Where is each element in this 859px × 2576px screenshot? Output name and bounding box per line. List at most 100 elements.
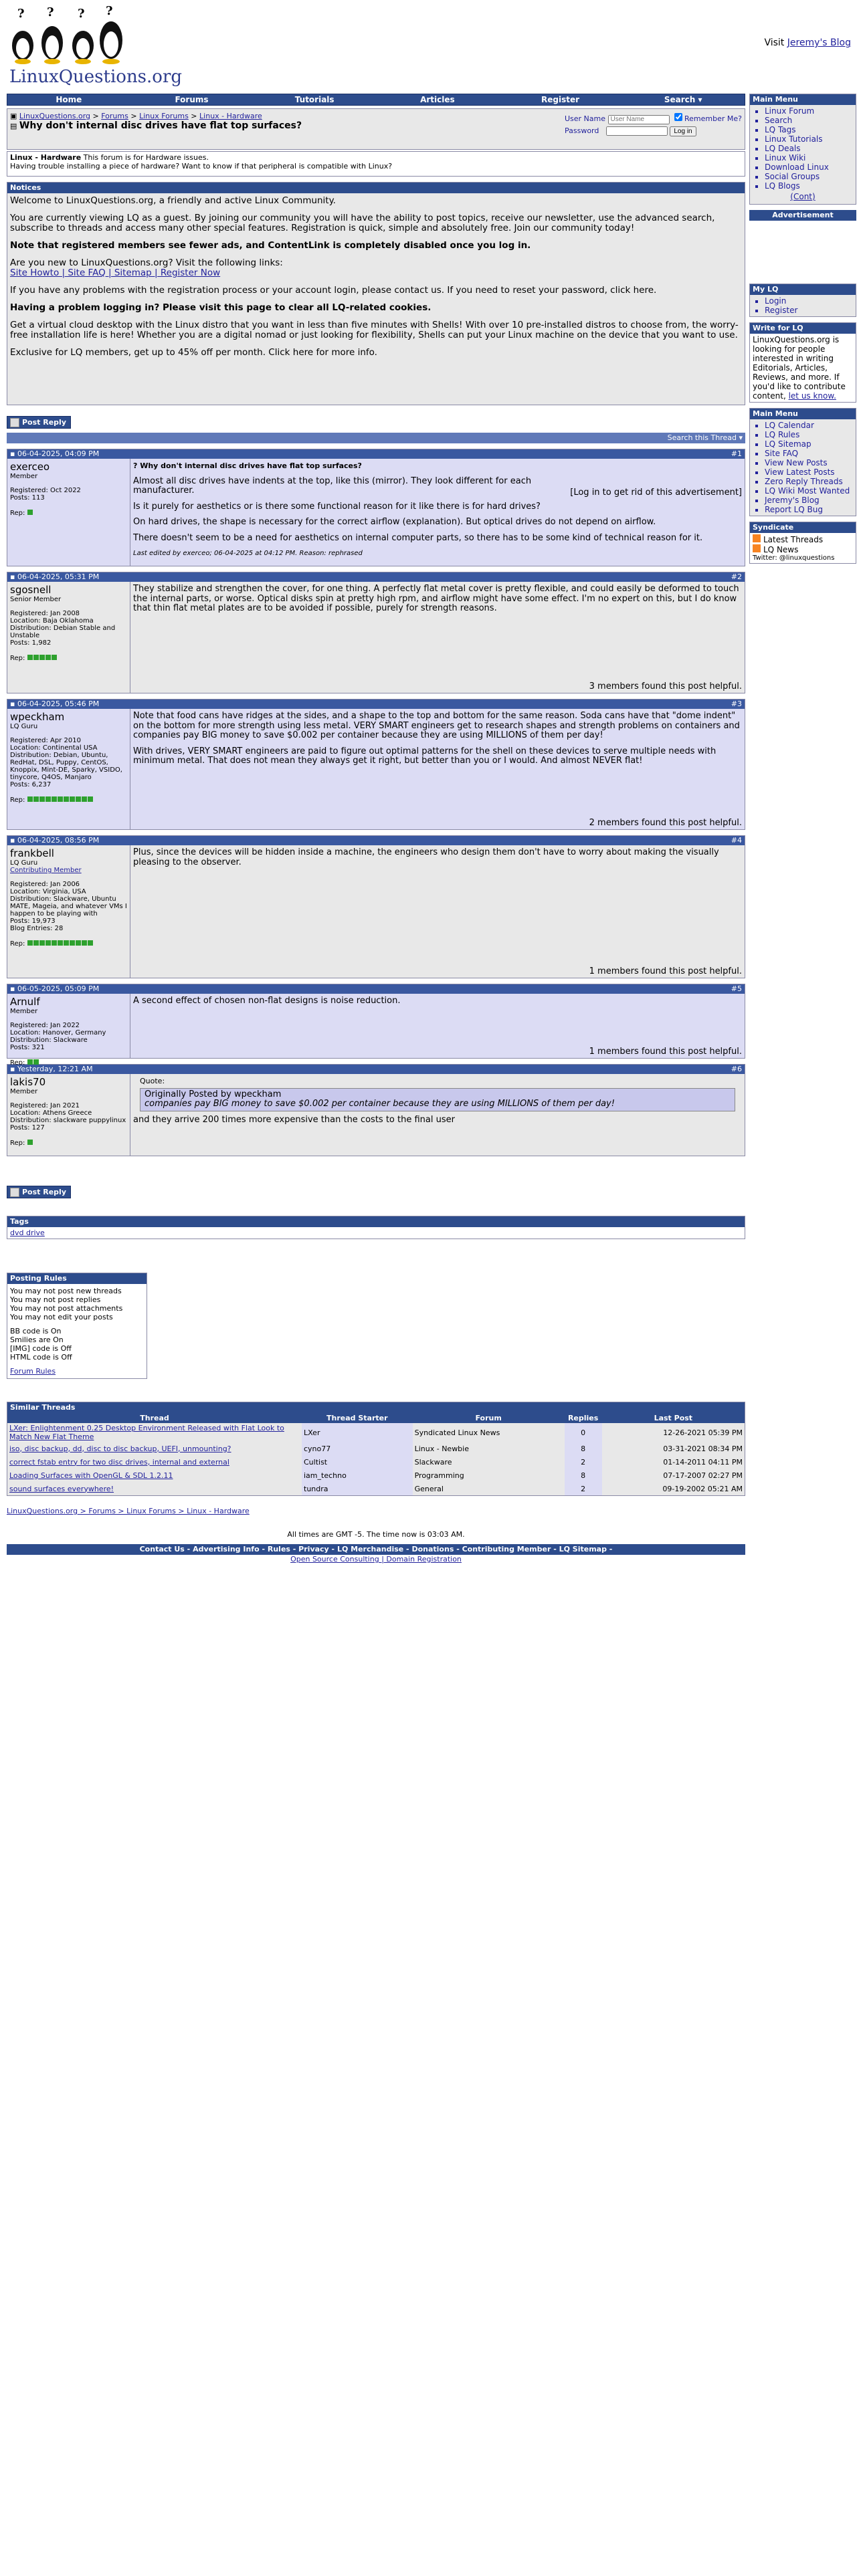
rep-icon	[63, 796, 69, 802]
main-menu-cont[interactable]: (Cont)	[750, 192, 856, 204]
notice-new-links[interactable]: Site Howto | Site FAQ | Sitemap | Regist…	[10, 268, 742, 278]
post-list: ▪ 06-04-2025, 04:09 PM #1 exerceo Member Reg…	[7, 449, 745, 1156]
user-info: Location: Athens Greece	[10, 1109, 92, 1117]
my-lq-item-0[interactable]: Login	[765, 296, 856, 306]
rep-icon	[45, 940, 51, 946]
post-number[interactable]: #4	[731, 836, 742, 845]
user-role: Senior Member	[10, 596, 62, 603]
bottom-breadcrumb[interactable]: LinuxQuestions.org > Forums > Linux Foru…	[7, 1507, 745, 1515]
password-input[interactable]	[605, 126, 668, 136]
user-role-2[interactable]: Contributing Member	[10, 867, 127, 874]
tux-logo-icon: ????	[12, 4, 122, 64]
main-menu-2-item-8[interactable]: Jeremy's Blog	[765, 496, 856, 505]
similar-threads-table: Thread Thread Starter Forum Replies Last…	[7, 1413, 745, 1495]
tag-link[interactable]: dvd drive	[10, 1228, 45, 1237]
crumb-lq[interactable]: LinuxQuestions.org	[19, 112, 90, 120]
crumb-linux-hardware[interactable]: Linux - Hardware	[199, 112, 262, 120]
main-menu-item-3[interactable]: Linux Tutorials	[765, 134, 856, 144]
nav-articles[interactable]: Articles	[376, 94, 499, 105]
remember-me-checkbox[interactable]	[674, 113, 683, 121]
main-menu-item-0[interactable]: Linux Forum	[765, 106, 856, 116]
forum-rules-link[interactable]: Forum Rules	[10, 1367, 144, 1376]
main-menu-item-2[interactable]: LQ Tags	[765, 125, 856, 134]
username[interactable]: wpeckham	[10, 712, 127, 723]
username[interactable]: Arnulf	[10, 996, 127, 1008]
username[interactable]: sgosnell	[10, 584, 127, 596]
main-menu-2-item-2[interactable]: LQ Sitemap	[765, 439, 856, 449]
nav-home[interactable]: Home	[7, 94, 130, 105]
username[interactable]: frankbell	[10, 848, 127, 859]
notice-problems: If you have any problems with the regist…	[10, 285, 657, 296]
jeremys-blog-link[interactable]: Jeremy's Blog	[787, 37, 851, 48]
helpful-count: 1 members found this post helpful.	[589, 1046, 742, 1057]
nav-tutorials[interactable]: Tutorials	[253, 94, 376, 105]
table-cell[interactable]: correct fstab entry for two disc drives,…	[7, 1455, 302, 1469]
main-menu-2-item-4[interactable]: View New Posts	[765, 458, 856, 467]
reputation: Rep:	[10, 796, 127, 804]
twitter-handle[interactable]: Twitter: @linuxquestions	[753, 554, 853, 562]
post-paragraph: With drives, VERY SMART engineers are pa…	[133, 746, 717, 766]
main-menu-2-item-9[interactable]: Report LQ Bug	[765, 505, 856, 514]
table-cell[interactable]: sound surfaces everywhere!	[7, 1482, 302, 1495]
table-cell[interactable]: iso, disc backup, dd, disc to disc backu…	[7, 1442, 302, 1455]
my-lq-title: My LQ	[750, 284, 856, 295]
post: ▪ 06-05-2025, 05:09 PM #5 Arnulf Member Regi…	[7, 984, 745, 1067]
post-row: exerceo Member Registered: Oct 2022 Posts: …	[7, 459, 745, 566]
main-menu-item-5[interactable]: Linux Wiki	[765, 153, 856, 163]
logo-text: LinuxQuestions.org	[9, 67, 183, 87]
lq-news-feed[interactable]: LQ News	[763, 545, 798, 554]
main-menu-item-4[interactable]: LQ Deals	[765, 144, 856, 153]
table-cell: 2	[564, 1482, 602, 1495]
crumb-linux-forums[interactable]: Linux Forums	[139, 112, 189, 120]
main-menu-2-item-1[interactable]: LQ Rules	[765, 430, 856, 439]
post-reply-button[interactable]: Post Reply	[7, 416, 71, 429]
post-reply-button-bottom[interactable]: Post Reply	[7, 1186, 71, 1198]
nav-forums[interactable]: Forums	[130, 94, 254, 105]
write-for-lq-title: Write for LQ	[750, 323, 856, 334]
post-number[interactable]: #6	[731, 1065, 742, 1074]
rep-icon	[81, 940, 87, 946]
main-menu-2-item-7[interactable]: LQ Wiki Most Wanted	[765, 486, 856, 496]
main-menu-item-6[interactable]: Download Linux	[765, 163, 856, 172]
rep-icon	[69, 940, 75, 946]
latest-threads-feed[interactable]: Latest Threads	[763, 535, 823, 544]
nav-register[interactable]: Register	[499, 94, 622, 105]
let-us-know-link[interactable]: let us know.	[789, 391, 836, 401]
main-menu-item-8[interactable]: LQ Blogs	[765, 181, 856, 191]
login-button[interactable]: Log in	[670, 126, 696, 136]
rep-icon	[27, 655, 33, 660]
quote-text: companies pay BIG money to save $0.002 p…	[145, 1099, 615, 1109]
post-number[interactable]: #2	[731, 572, 742, 582]
table-cell[interactable]: Loading Surfaces with OpenGL & SDL 1.2.1…	[7, 1469, 302, 1482]
search-thread-menu[interactable]: Search this Thread ▾	[668, 433, 743, 443]
rep-label: Rep:	[10, 655, 27, 662]
main-menu-2-box: Main Menu LQ CalendarLQ RulesLQ SitemapS…	[749, 408, 856, 516]
my-lq-item-1[interactable]: Register	[765, 306, 856, 315]
post-number[interactable]: #3	[731, 700, 742, 709]
crumb-forums[interactable]: Forums	[101, 112, 128, 120]
main-menu-2-item-6[interactable]: Zero Reply Threads	[765, 477, 856, 486]
post-number[interactable]: #5	[731, 984, 742, 994]
nav-search[interactable]: Search ▾	[622, 94, 745, 105]
main-menu-2-item-5[interactable]: View Latest Posts	[765, 467, 856, 477]
main-menu-2-item-0[interactable]: LQ Calendar	[765, 421, 856, 430]
post-message: Note that food cans have ridges at the s…	[130, 709, 745, 829]
ad-login-link[interactable]: [Log in to get rid of this advertisement…	[570, 488, 742, 498]
main-menu-item-7[interactable]: Social Groups	[765, 172, 856, 181]
username[interactable]: lakis70	[10, 1077, 127, 1088]
main-menu-item-1[interactable]: Search	[765, 116, 856, 125]
username[interactable]: exerceo	[10, 461, 127, 473]
footer-links[interactable]: Contact Us - Advertising Info - Rules - …	[7, 1544, 745, 1555]
post-number[interactable]: #1	[731, 449, 742, 459]
main-menu-2-item-3[interactable]: Site FAQ	[765, 449, 856, 458]
syndicate-box: Syndicate Latest Threads LQ News Twitter…	[749, 522, 856, 564]
site-logo[interactable]: ???? LinuxQuestions.org	[8, 4, 182, 87]
footer-sub-links[interactable]: Open Source Consulting | Domain Registra…	[7, 1555, 745, 1564]
chevron-down-icon: ▾	[698, 95, 702, 104]
post-title: ? Why don't internal disc drives have fl…	[133, 461, 742, 471]
table-cell[interactable]: LXer: Enlightenment 0.25 Desktop Environ…	[7, 1423, 302, 1442]
username-input[interactable]	[607, 114, 670, 124]
right-sidebar: Main Menu Linux ForumSearchLQ TagsLinux …	[749, 94, 856, 569]
